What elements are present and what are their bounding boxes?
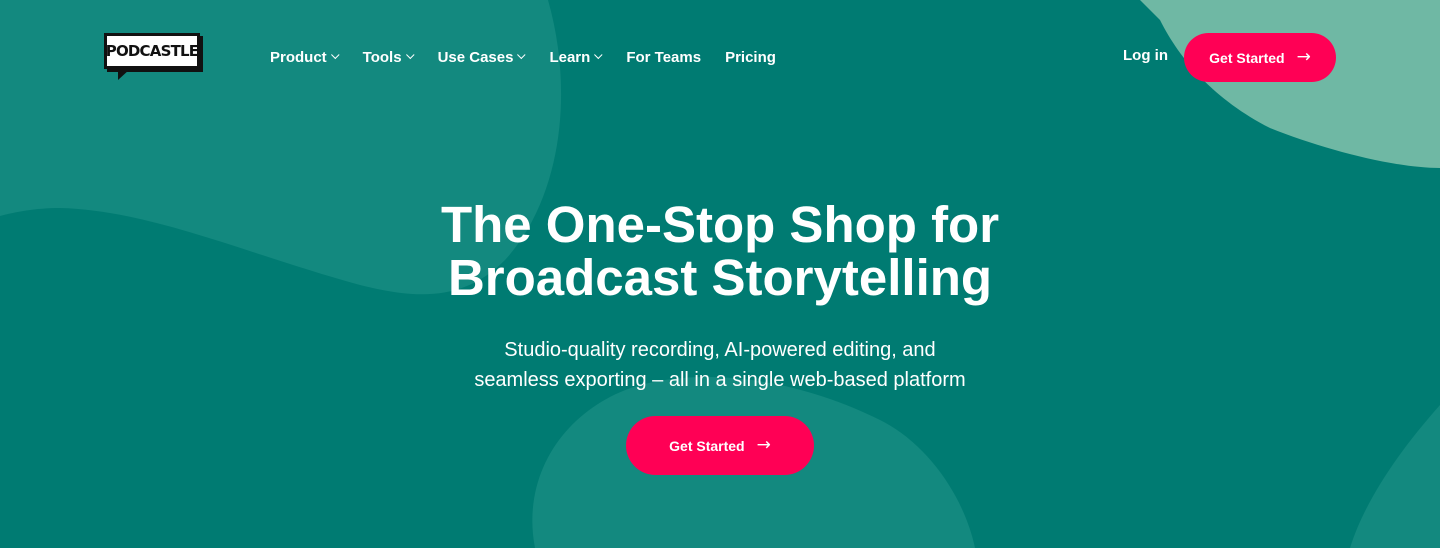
chevron-down-icon — [594, 50, 603, 60]
arrow-right-icon: → — [1296, 47, 1311, 67]
nav-item-pricing[interactable]: Pricing — [725, 49, 776, 66]
nav-item-tools[interactable]: Tools — [362, 48, 415, 66]
chevron-down-icon — [330, 50, 340, 60]
top-navigation: PODCASTLE Product Tools Use Cases Learn … — [0, 0, 1440, 114]
arrow-right-icon: → — [756, 435, 771, 455]
hero-get-started-label: Get Started — [669, 437, 745, 454]
hero-get-started-button[interactable]: Get Started → — [626, 416, 814, 475]
nav-item-label: Pricing — [725, 48, 776, 66]
nav-item-for-teams[interactable]: For Teams — [626, 49, 701, 66]
main-menu: Product Tools Use Cases Learn For Teams … — [270, 46, 800, 68]
hero-subtitle: Studio-quality recording, AI-powered edi… — [395, 335, 1045, 395]
hero-title-line-1: The One-Stop Shop for — [440, 196, 1000, 253]
chevron-down-icon — [517, 50, 526, 60]
nav-get-started-button[interactable]: Get Started → — [1184, 33, 1336, 82]
logo-text: PODCASTLE — [105, 42, 199, 60]
nav-item-label: Tools — [362, 48, 402, 66]
podcastle-logo[interactable]: PODCASTLE — [104, 33, 202, 81]
nav-item-learn[interactable]: Learn — [549, 48, 603, 66]
login-link[interactable]: Log in — [1123, 47, 1168, 64]
chevron-down-icon — [405, 50, 415, 60]
logo-badge: PODCASTLE — [104, 33, 200, 69]
nav-item-label: For Teams — [626, 48, 702, 66]
hero-subtitle-line-2: seamless exporting – all in a single web… — [474, 369, 966, 391]
nav-item-label: Learn — [549, 48, 591, 66]
nav-item-label: Product — [270, 48, 327, 66]
nav-get-started-label: Get Started — [1209, 49, 1285, 66]
nav-item-product[interactable]: Product — [270, 48, 340, 66]
hero-title-line-2: Broadcast Storytelling — [447, 249, 993, 306]
logo-speech-tail — [118, 69, 130, 80]
nav-item-label: Use Cases — [437, 48, 514, 66]
hero-subtitle-line-1: Studio-quality recording, AI-powered edi… — [504, 339, 936, 361]
nav-item-use-cases[interactable]: Use Cases — [438, 49, 526, 66]
hero-title: The One-Stop Shop for Broadcast Storytel… — [320, 198, 1120, 304]
